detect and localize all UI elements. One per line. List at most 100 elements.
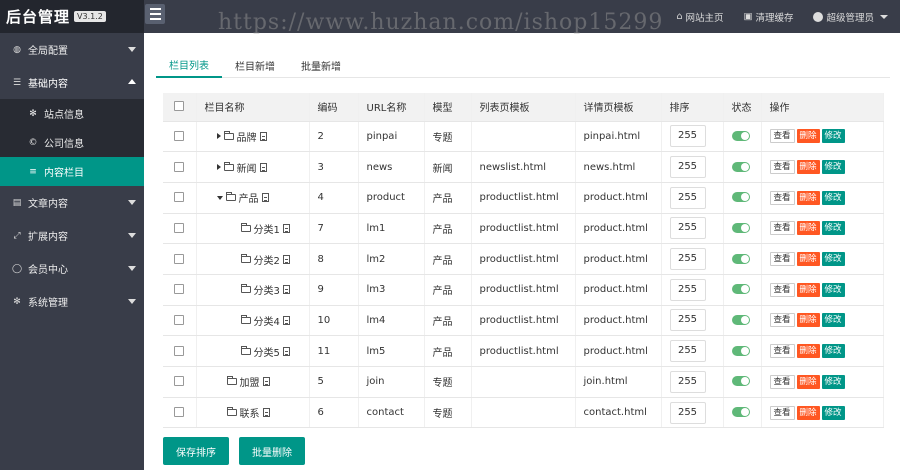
home-icon: ⌂ <box>676 11 683 22</box>
row-checkbox[interactable] <box>174 314 185 325</box>
edit-button[interactable]: 修改 <box>821 129 845 144</box>
view-button[interactable]: 查看 <box>769 282 795 297</box>
folder-icon <box>223 161 234 171</box>
delete-button[interactable]: 删除 <box>796 313 820 328</box>
status-toggle[interactable] <box>731 161 750 172</box>
view-button[interactable]: 查看 <box>769 129 795 144</box>
model-cell: 专题 <box>424 366 472 398</box>
sidebar-item-extension-content[interactable]: ⤢ 扩展内容 <box>0 219 144 252</box>
sidebar-item-article-content[interactable]: ▤ 文章内容 <box>0 186 144 219</box>
batch-delete-button[interactable]: 批量删除 <box>239 437 305 465</box>
menu-toggle-button[interactable] <box>145 4 165 24</box>
status-toggle[interactable] <box>731 192 750 203</box>
row-checkbox[interactable] <box>174 376 185 387</box>
status-toggle[interactable] <box>731 345 750 356</box>
sort-input[interactable]: 255 <box>669 186 706 209</box>
model-cell: 产品 <box>424 182 472 214</box>
edit-button[interactable]: 修改 <box>821 374 845 389</box>
row-checkbox[interactable] <box>174 130 185 141</box>
view-button[interactable]: 查看 <box>769 221 795 236</box>
edit-button[interactable]: 修改 <box>821 313 845 328</box>
sort-input[interactable]: 255 <box>669 156 706 179</box>
row-checkbox[interactable] <box>174 192 185 203</box>
sidebar-item-site-info[interactable]: ✻ 站点信息 <box>0 99 144 128</box>
sort-input[interactable]: 255 <box>669 370 706 393</box>
sort-input[interactable]: 255 <box>669 278 706 301</box>
sort-input[interactable]: 255 <box>669 309 706 332</box>
sort-input[interactable]: 255 <box>669 125 706 148</box>
save-sort-button[interactable]: 保存排序 <box>163 437 229 465</box>
status-toggle[interactable] <box>731 130 750 141</box>
actions-cell: 查看 删除 修改 <box>761 335 884 367</box>
status-toggle[interactable] <box>731 222 750 233</box>
table-row: 新闻 3 news 新闻 newslist.html news.html 255 查看 删除 修改 <box>163 151 884 183</box>
delete-button[interactable]: 删除 <box>796 344 820 359</box>
view-button[interactable]: 查看 <box>769 313 795 328</box>
column-name: 加盟 <box>239 378 260 390</box>
view-button[interactable]: 查看 <box>769 252 795 267</box>
row-checkbox[interactable] <box>174 407 185 418</box>
tab-column-add[interactable]: 栏目新增 <box>222 52 288 78</box>
delete-button[interactable]: 删除 <box>796 160 820 175</box>
status-toggle[interactable] <box>731 314 750 325</box>
delete-button[interactable]: 删除 <box>796 129 820 144</box>
edit-button[interactable]: 修改 <box>821 160 845 175</box>
delete-button[interactable]: 删除 <box>796 221 820 236</box>
status-toggle[interactable] <box>731 376 750 387</box>
row-checkbox[interactable] <box>174 222 185 233</box>
user-menu[interactable]: 超级管理员 <box>813 10 888 24</box>
edit-button[interactable]: 修改 <box>821 190 845 205</box>
expand-arrow-icon[interactable] <box>216 164 221 171</box>
status-toggle[interactable] <box>731 407 750 418</box>
view-button[interactable]: 查看 <box>769 344 795 359</box>
url-cell: lm1 <box>358 213 425 245</box>
sidebar-item-content-columns[interactable]: ≡ 内容栏目 <box>0 157 144 186</box>
status-toggle[interactable] <box>731 253 750 264</box>
view-button[interactable]: 查看 <box>769 374 795 389</box>
edit-button[interactable]: 修改 <box>821 282 845 297</box>
copyright-icon: © <box>28 137 38 148</box>
tab-batch-add[interactable]: 批量新增 <box>288 52 354 78</box>
sort-cell: 255 <box>661 121 724 153</box>
header-status: 状态 <box>723 93 762 122</box>
list-template-cell <box>471 366 576 398</box>
sidebar-item-global-config[interactable]: ◍ 全局配置 <box>0 33 144 66</box>
row-checkbox[interactable] <box>174 284 185 295</box>
folder-icon <box>240 314 251 324</box>
sidebar-item-basic-content[interactable]: ☰ 基础内容 <box>0 66 144 99</box>
edit-button[interactable]: 修改 <box>821 405 845 420</box>
select-all-checkbox[interactable] <box>174 101 185 112</box>
edit-button[interactable]: 修改 <box>821 252 845 267</box>
column-name: 新闻 <box>236 163 257 175</box>
delete-button[interactable]: 删除 <box>796 374 820 389</box>
view-button[interactable]: 查看 <box>769 160 795 175</box>
view-button[interactable]: 查看 <box>769 405 795 420</box>
sort-input[interactable]: 255 <box>669 401 706 424</box>
sort-input[interactable]: 255 <box>669 217 706 240</box>
row-checkbox[interactable] <box>174 161 185 172</box>
tab-column-list[interactable]: 栏目列表 <box>156 52 222 78</box>
sidebar-item-company-info[interactable]: © 公司信息 <box>0 128 144 157</box>
delete-button[interactable]: 删除 <box>796 282 820 297</box>
delete-button[interactable]: 删除 <box>796 252 820 267</box>
edit-button[interactable]: 修改 <box>821 221 845 236</box>
chevron-down-icon <box>128 266 136 271</box>
edit-button[interactable]: 修改 <box>821 344 845 359</box>
status-toggle[interactable] <box>731 284 750 295</box>
tab-bar: 栏目列表 栏目新增 批量新增 <box>156 52 890 78</box>
sidebar-item-member-center[interactable]: ◯ 会员中心 <box>0 252 144 285</box>
sort-input[interactable]: 255 <box>669 340 706 363</box>
delete-button[interactable]: 删除 <box>796 190 820 205</box>
expand-arrow-icon[interactable] <box>216 133 221 140</box>
url-cell: lm5 <box>358 335 425 367</box>
top-links: ⌂ 网站主页 ▣ 清理缓存 超级管理员 <box>676 0 888 33</box>
delete-button[interactable]: 删除 <box>796 405 820 420</box>
collapse-arrow-icon[interactable] <box>216 195 223 200</box>
row-checkbox[interactable] <box>174 253 185 264</box>
home-link[interactable]: ⌂ 网站主页 <box>676 10 723 24</box>
view-button[interactable]: 查看 <box>769 190 795 205</box>
sidebar-item-system-management[interactable]: ✻ 系统管理 <box>0 285 144 318</box>
row-checkbox[interactable] <box>174 345 185 356</box>
sort-input[interactable]: 255 <box>669 248 706 271</box>
clear-cache-link[interactable]: ▣ 清理缓存 <box>743 10 793 24</box>
